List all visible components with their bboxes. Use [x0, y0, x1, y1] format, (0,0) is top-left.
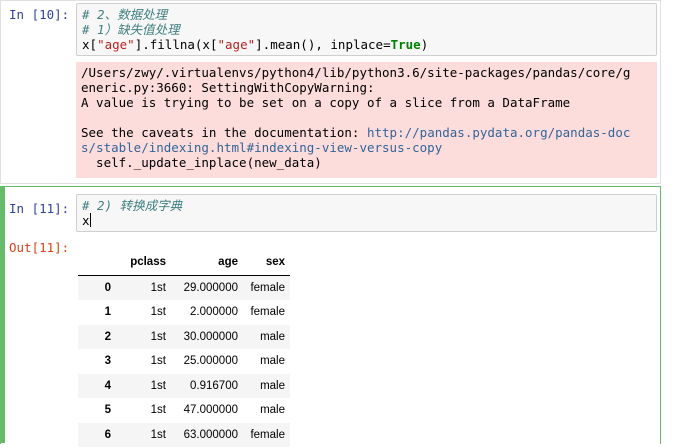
row-index: 3 [78, 349, 116, 374]
stderr-line: /Users/zwy/.virtualenvs/python4/lib/pyth… [81, 65, 630, 80]
code-comment: # 2) 转换成字典 [82, 198, 182, 213]
docs-link[interactable]: s/stable/indexing.html#indexing-view-ver… [81, 140, 442, 155]
cell-age: 0.916700 [171, 374, 243, 399]
stderr-line: self._update_inplace(new_data) [81, 155, 322, 170]
out-prompt-11: Out[11]: [9, 240, 69, 255]
cell-age: 2.000000 [171, 300, 243, 325]
row-index: 0 [78, 275, 116, 300]
code-editor-11[interactable]: # 2) 转换成字典 x [76, 194, 657, 232]
code-comment: # 2、数据处理 [82, 7, 167, 22]
row-index: 2 [78, 325, 116, 350]
cell-selection-bar [0, 186, 5, 443]
row-index: 6 [78, 423, 116, 447]
table-row: 3 1st 25.000000 male [78, 349, 290, 374]
stderr-line: eneric.py:3660: SettingWithCopyWarning: [81, 80, 375, 95]
cell-sex: male [243, 325, 290, 350]
cell-pclass: 1st [116, 325, 171, 350]
table-row: 6 1st 63.000000 female [78, 423, 290, 447]
table-row: 4 1st 0.916700 male [78, 374, 290, 399]
code-keyword: True [391, 37, 421, 52]
cell-age: 47.000000 [171, 398, 243, 423]
cell-sex: female [243, 275, 290, 300]
code-text: x[ [82, 37, 97, 52]
cell-sex: male [243, 398, 290, 423]
stderr-line: A value is trying to be set on a copy of… [81, 95, 570, 110]
column-header-index [78, 250, 116, 275]
cell-age: 63.000000 [171, 423, 243, 447]
docs-link[interactable]: http://pandas.pydata.org/pandas-doc [367, 125, 630, 140]
cell-age: 29.000000 [171, 275, 243, 300]
table-header-row: pclass age sex [78, 250, 290, 275]
cell-age: 30.000000 [171, 325, 243, 350]
column-header-pclass: pclass [116, 250, 171, 275]
cell-pclass: 1st [116, 275, 171, 300]
stderr-line: See the caveats in the documentation: [81, 125, 367, 140]
in-prompt-11: In [11]: [9, 201, 69, 216]
code-text: ].mean(), inplace= [255, 37, 390, 52]
table-row: 2 1st 30.000000 male [78, 325, 290, 350]
code-comment: # 1）缺失值处理 [82, 22, 180, 37]
code-editor-10[interactable]: # 2、数据处理 # 1）缺失值处理 x["age"].fillna(x["ag… [76, 3, 657, 56]
cell-pclass: 1st [116, 423, 171, 447]
cell-pclass: 1st [116, 374, 171, 399]
stderr-output: /Users/zwy/.virtualenvs/python4/lib/pyth… [76, 62, 657, 178]
table-row: 5 1st 47.000000 male [78, 398, 290, 423]
row-index: 5 [78, 398, 116, 423]
cell-age: 25.000000 [171, 349, 243, 374]
code-text: ) [421, 37, 429, 52]
cell-pclass: 1st [116, 398, 171, 423]
cell-sex: female [243, 423, 290, 447]
in-prompt-10: In [10]: [9, 7, 69, 22]
text-cursor [90, 213, 91, 227]
column-header-sex: sex [243, 250, 290, 275]
cell-pclass: 1st [116, 300, 171, 325]
code-text: x [82, 213, 90, 228]
row-index: 4 [78, 374, 116, 399]
cell-sex: male [243, 374, 290, 399]
column-header-age: age [171, 250, 243, 275]
row-index: 1 [78, 300, 116, 325]
cell-pclass: 1st [116, 349, 171, 374]
code-text: ].fillna(x[ [135, 37, 218, 52]
code-string: "age" [97, 37, 135, 52]
dataframe-table: pclass age sex 0 1st 29.000000 female 1 … [78, 250, 290, 447]
code-string: "age" [218, 37, 256, 52]
table-row: 0 1st 29.000000 female [78, 275, 290, 300]
cell-sex: male [243, 349, 290, 374]
cell-sex: female [243, 300, 290, 325]
table-row: 1 1st 2.000000 female [78, 300, 290, 325]
